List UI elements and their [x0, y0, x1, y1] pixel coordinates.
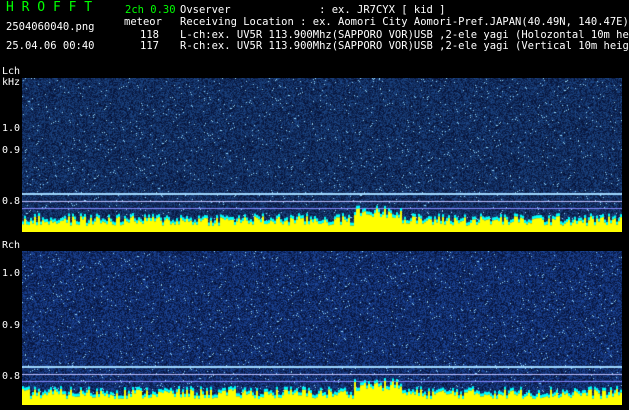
- filename-label: 2504060040.png: [6, 21, 95, 33]
- rch-ytick-1: 1.0: [2, 268, 21, 279]
- lch-spectrogram-canvas: [22, 78, 622, 232]
- observer-line: Ovserver : ex. JR7CYX [ kid ]: [180, 4, 446, 16]
- rch-spectrogram-canvas: [22, 251, 622, 405]
- rch-ytick-3: 0.8: [2, 371, 21, 382]
- app-title: H R O F F T: [6, 0, 93, 15]
- datetime-label: 25.04.06 00:40: [6, 40, 95, 52]
- lch-ytick-2: 0.9: [2, 145, 21, 156]
- version-label: 2ch 0.30: [125, 4, 176, 16]
- lch-ytick-1: 1.0: [2, 123, 21, 134]
- lch-ytick-3: 0.8: [2, 196, 21, 207]
- location-line: Receiving Location : ex. Aomori City Aom…: [180, 16, 629, 28]
- lch-spectrogram[interactable]: [22, 78, 622, 232]
- mode-label: meteor: [124, 16, 162, 28]
- lch-unit: kHz: [2, 77, 21, 88]
- rch-label: Rch: [2, 240, 21, 251]
- rch-info-line: R-ch:ex. UV5R 113.900Mhz(SAPPORO VOR)USB…: [180, 40, 629, 52]
- rch-spectrogram[interactable]: [22, 251, 622, 405]
- rch-ytick-2: 0.9: [2, 320, 21, 331]
- lch-label: Lch: [2, 66, 21, 77]
- rch-count: 117: [140, 40, 159, 52]
